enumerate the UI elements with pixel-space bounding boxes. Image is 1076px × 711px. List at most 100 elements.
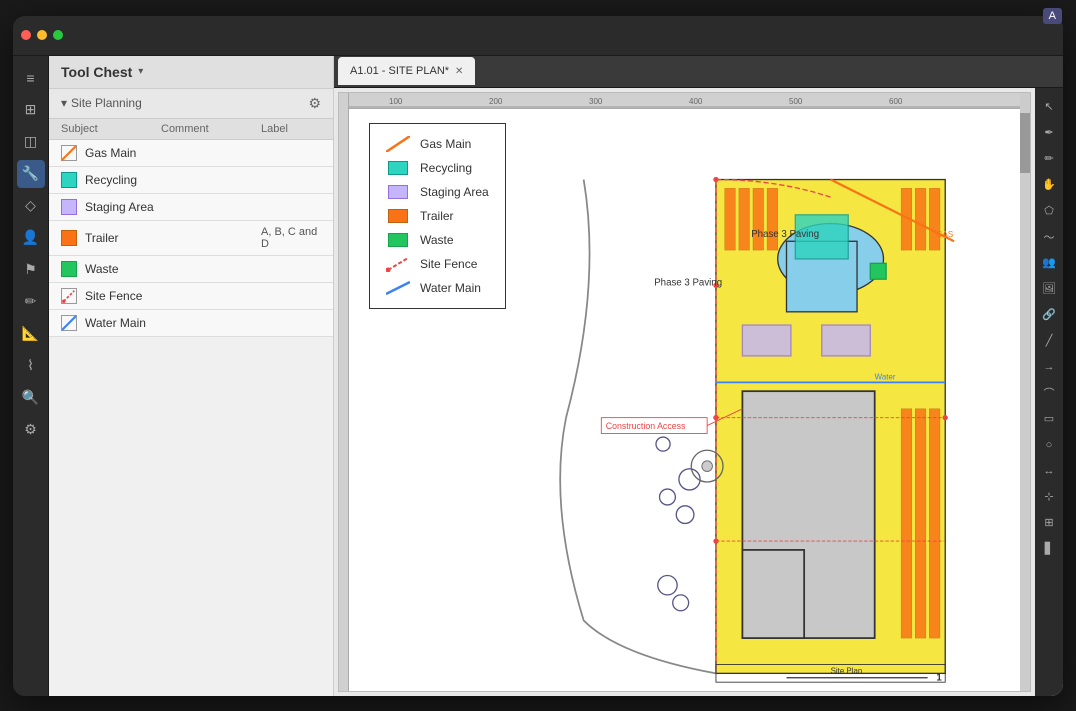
people-icon[interactable]: 👥	[1038, 252, 1060, 274]
subject-cell: Site Fence	[61, 288, 161, 304]
settings-icon[interactable]: ⚙	[17, 416, 45, 444]
grid-icon[interactable]: ⊞	[17, 96, 45, 124]
layers-icon[interactable]: ◫	[17, 128, 45, 156]
list-item[interactable]: Trailer A, B, C and D	[49, 221, 333, 256]
edit-icon[interactable]: ✏	[17, 288, 45, 316]
legend-trailer-label: Trailer	[420, 209, 454, 223]
menu-icon[interactable]: ≡	[17, 64, 45, 92]
trailer-label: Trailer	[85, 231, 119, 245]
list-item[interactable]: Waste	[49, 256, 333, 283]
left-icon-sidebar: ≡ ⊞ ◫ 🔧 ◇ 👤 ⚑ ✏ 📐 ⌇ 🔍 ⚙	[13, 56, 49, 696]
recycling-swatch	[61, 172, 77, 188]
svg-text:500: 500	[789, 97, 803, 106]
svg-text:200: 200	[489, 97, 503, 106]
crop-icon[interactable]: ⊹	[1038, 486, 1060, 508]
svg-text:Phase 3 Paving: Phase 3 Paving	[751, 228, 819, 239]
recycling-label: Recycling	[85, 173, 137, 187]
legend-gas-label: Gas Main	[420, 137, 471, 151]
window-controls	[21, 30, 63, 40]
tool-chest-header[interactable]: Tool Chest ▾	[49, 56, 333, 89]
site-plan-tab[interactable]: A1.01 - SITE PLAN* ✕	[338, 57, 475, 85]
freeform-icon[interactable]: 〜	[1038, 226, 1060, 248]
gas-main-swatch	[61, 145, 77, 161]
circle-tool-icon[interactable]: ○	[1038, 434, 1060, 456]
tools-icon[interactable]: 🔧	[17, 160, 45, 188]
legend-staging-label: Staging Area	[420, 185, 489, 199]
trailer-tag: A, B, C and D	[261, 226, 321, 250]
legend-sitefence-label: Site Fence	[420, 257, 477, 271]
subject-cell: Recycling	[61, 172, 161, 188]
sitefence-swatch	[61, 288, 77, 304]
subject-cell: Waste	[61, 261, 161, 277]
subject-cell: Trailer	[61, 230, 161, 246]
minimize-dot[interactable]	[37, 30, 47, 40]
svg-text:400: 400	[689, 97, 703, 106]
legend-waste-label: Waste	[420, 233, 454, 247]
fence-icon[interactable]: ⌇	[17, 352, 45, 380]
person-icon[interactable]: 👤	[17, 224, 45, 252]
shapes-icon[interactable]: ◇	[17, 192, 45, 220]
collapse-arrow[interactable]: ▾	[61, 96, 67, 110]
pen-icon[interactable]: ✒	[1038, 122, 1060, 144]
image-icon[interactable]: 🖼	[1038, 278, 1060, 300]
water-main-label: Water Main	[85, 316, 146, 330]
tab-close-icon[interactable]: ✕	[455, 66, 463, 77]
ruler-top: 100200300400500600	[339, 93, 1020, 109]
site-fence-label: Site Fence	[85, 289, 142, 303]
polygon-icon[interactable]: ⬠	[1038, 200, 1060, 222]
legend-recycling-icon	[386, 160, 410, 176]
legend-box: Gas Main Recycling Staging	[369, 123, 506, 309]
legend-gas-main: Gas Main	[386, 136, 489, 152]
pencil-icon[interactable]: ✏	[1038, 148, 1060, 170]
legend-fence-icon	[386, 256, 410, 272]
watermain-swatch	[61, 315, 77, 331]
waste-label: Waste	[85, 262, 119, 276]
scroll-thumb[interactable]	[1020, 113, 1030, 173]
arrow-icon[interactable]: →	[1038, 356, 1060, 378]
link-icon[interactable]: 🔗	[1038, 304, 1060, 326]
bar-chart-icon[interactable]: ▋	[1038, 538, 1060, 560]
staging-swatch	[61, 199, 77, 215]
site-planning-header: ▾ Site Planning ⚙	[49, 89, 333, 119]
legend-water-icon	[386, 280, 410, 296]
ruler-left	[339, 93, 349, 691]
label-header: Label	[261, 123, 321, 135]
svg-text:Construction Access: Construction Access	[606, 421, 686, 431]
table-icon[interactable]: ⊞	[1038, 512, 1060, 534]
curve-icon[interactable]: ⌒	[1038, 382, 1060, 404]
drawing-canvas[interactable]: 100200300400500600 Gas Main	[338, 92, 1031, 692]
maximize-dot[interactable]	[53, 30, 63, 40]
svg-text:100: 100	[389, 97, 403, 106]
cursor-icon[interactable]: ↖	[1038, 96, 1060, 118]
gas-main-label: Gas Main	[85, 146, 136, 160]
app-window: ≡ ⊞ ◫ 🔧 ◇ 👤 ⚑ ✏ 📐 ⌇ 🔍 ⚙ Tool Chest ▾ ▾ S…	[13, 16, 1063, 696]
legend-staging-icon	[386, 184, 410, 200]
trailer-swatch	[61, 230, 77, 246]
svg-text:Phase 3 Paving: Phase 3 Paving	[654, 277, 722, 288]
rect-tool-icon[interactable]: ▭	[1038, 408, 1060, 430]
search-icon[interactable]: 🔍	[17, 384, 45, 412]
list-item[interactable]: Gas Main	[49, 140, 333, 167]
pan-icon[interactable]: ✋	[1038, 174, 1060, 196]
table-header: Subject Comment Label	[49, 119, 333, 140]
flag-icon[interactable]: ⚑	[17, 256, 45, 284]
measure-icon[interactable]: 📐	[17, 320, 45, 348]
scroll-track[interactable]	[1020, 93, 1030, 691]
svg-text:300: 300	[589, 97, 603, 106]
legend-recycling: Recycling	[386, 160, 489, 176]
settings-gear-icon[interactable]: ⚙	[308, 95, 321, 112]
line-icon[interactable]: ╱	[1038, 330, 1060, 352]
list-item[interactable]: Site Fence	[49, 283, 333, 310]
list-item[interactable]: Recycling	[49, 167, 333, 194]
legend-watermain-label: Water Main	[420, 281, 481, 295]
main-layout: ≡ ⊞ ◫ 🔧 ◇ 👤 ⚑ ✏ 📐 ⌇ 🔍 ⚙ Tool Chest ▾ ▾ S…	[13, 56, 1063, 696]
list-item[interactable]: Staging Area	[49, 194, 333, 221]
dimension-icon[interactable]: ↔	[1038, 460, 1060, 482]
tab-bar: A1.01 - SITE PLAN* ✕ A	[334, 56, 1063, 88]
close-dot[interactable]	[21, 30, 31, 40]
svg-text:Water: Water	[875, 372, 896, 381]
list-item[interactable]: Water Main	[49, 310, 333, 337]
main-content: A1.01 - SITE PLAN* ✕ A 10020030040050060…	[334, 56, 1063, 696]
legend-recycling-label: Recycling	[420, 161, 472, 175]
right-toolbar: ↖ ✒ ✏ ✋ ⬠ 〜 👥 🖼 🔗 ╱ → ⌒ ▭ ○ ↔ ⊹ ⊞	[1035, 88, 1063, 696]
